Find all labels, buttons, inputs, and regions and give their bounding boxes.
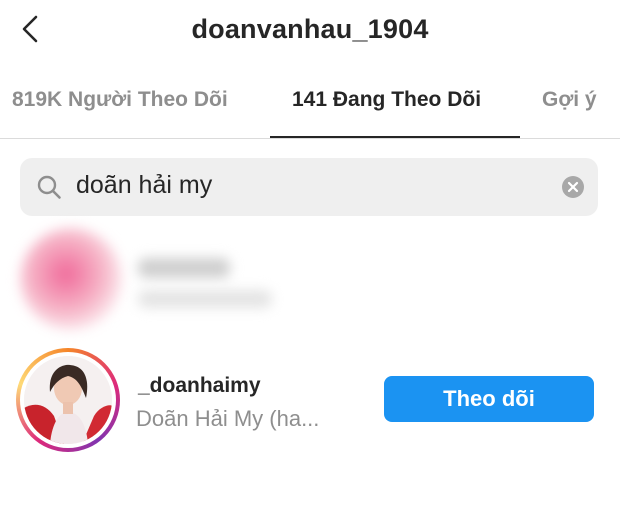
- search-input[interactable]: doãn hải my: [76, 171, 212, 200]
- search-icon: [37, 175, 61, 199]
- blurred-fullname: [138, 290, 272, 308]
- tab-followers[interactable]: 819K Người Theo Dõi: [12, 88, 228, 112]
- page-title: doanvanhau_1904: [191, 14, 429, 44]
- avatar: [24, 356, 112, 444]
- username: _doanhaimy: [138, 374, 261, 397]
- tab-following[interactable]: 141 Đang Theo Dõi: [292, 88, 481, 112]
- tab-bar: 819K Người Theo Dõi 141 Đang Theo Dõi Gợ…: [0, 72, 620, 139]
- list-item[interactable]: _doanhaimy Doãn Hải My (ha... Theo dõi: [0, 344, 620, 456]
- list-item[interactable]: [0, 222, 620, 332]
- blurred-username: [138, 258, 230, 278]
- tab-suggested[interactable]: Gợi ý: [542, 88, 597, 112]
- follow-button[interactable]: Theo dõi: [384, 376, 594, 422]
- avatar: [20, 228, 122, 330]
- avatar-photo: [24, 356, 112, 444]
- header: doanvanhau_1904: [0, 0, 620, 62]
- avatar-border: [20, 352, 116, 448]
- story-ring[interactable]: [16, 348, 120, 452]
- clear-circle-icon[interactable]: [561, 175, 585, 199]
- search-bar[interactable]: doãn hải my: [20, 158, 598, 216]
- full-name: Doãn Hải My (ha...: [136, 406, 320, 431]
- divider: [0, 138, 620, 139]
